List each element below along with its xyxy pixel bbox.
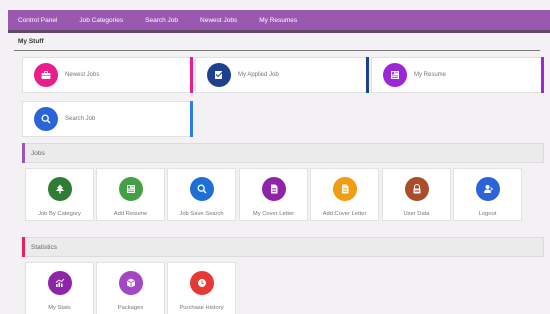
user-data-icon	[404, 177, 429, 201]
tile-logout[interactable]: Logout	[453, 168, 522, 221]
tile-my-cover-letter[interactable]: My Cover Letter	[239, 168, 308, 221]
tile-job-save-search[interactable]: Job Save Search	[167, 168, 236, 221]
applied-job-icon	[207, 63, 231, 87]
tree-icon	[47, 177, 72, 201]
section-accent-bar	[22, 237, 25, 257]
tile-label: Logout	[478, 211, 497, 217]
tile-label: My Stats	[48, 305, 71, 311]
card-accent-edge	[366, 57, 369, 93]
tile-label: Packages	[117, 305, 144, 311]
nav-search-job[interactable]: Search Job	[145, 17, 178, 24]
logout-icon	[475, 177, 500, 201]
tile-label: Job By Category	[38, 211, 81, 217]
tile-label: Add Resume	[113, 211, 148, 217]
card-search-job[interactable]: Search Job	[22, 101, 193, 137]
tile-label: Purchase History	[179, 305, 224, 311]
nav-my-resumes[interactable]: My Resumes	[259, 17, 297, 24]
card-accent-edge	[190, 57, 193, 93]
section-header-jobs: Jobs	[22, 143, 544, 163]
section-accent-bar	[22, 143, 25, 163]
nav-shadow	[8, 30, 550, 33]
tile-label: My Cover Letter	[252, 211, 295, 217]
tile-job-by-category[interactable]: Job By Category	[25, 168, 94, 221]
document-icon	[332, 177, 357, 201]
card-my-resume[interactable]: My Resume	[371, 57, 544, 93]
top-nav: Control Panel Job Categories Search Job …	[8, 10, 550, 30]
search-icon	[34, 107, 58, 131]
divider	[14, 50, 540, 51]
card-label: Search Job	[65, 116, 96, 122]
tile-packages[interactable]: Packages	[96, 262, 165, 314]
tile-label: Add Cover Letter	[322, 211, 367, 217]
card-label: My Applied Job	[238, 72, 279, 78]
history-clock-icon	[189, 271, 214, 295]
document-icon	[261, 177, 286, 201]
tile-user-data[interactable]: User Data	[382, 168, 451, 221]
tile-my-stats[interactable]: My Stats	[25, 262, 94, 314]
card-newest-jobs[interactable]: Newest Jobs	[22, 57, 193, 93]
section-header-statistics: Statistics	[22, 237, 544, 257]
nav-newest-jobs[interactable]: Newest Jobs	[200, 17, 237, 24]
search-icon	[189, 177, 214, 201]
card-my-applied-job[interactable]: My Applied Job	[195, 57, 369, 93]
my-stuff-title: My Stuff	[18, 38, 44, 45]
card-accent-edge	[541, 57, 544, 93]
card-accent-edge	[190, 101, 193, 137]
tile-label: User Data	[403, 211, 430, 217]
stats-chart-icon	[47, 271, 72, 295]
resume-icon	[383, 63, 407, 87]
card-label: My Resume	[414, 72, 447, 78]
package-icon	[118, 271, 143, 295]
tile-add-resume[interactable]: Add Resume	[96, 168, 165, 221]
section-title: Jobs	[31, 149, 45, 157]
nav-job-categories[interactable]: Job Categories	[79, 17, 123, 24]
tile-add-cover-letter[interactable]: Add Cover Letter	[310, 168, 379, 221]
section-title: Statistics	[31, 243, 58, 251]
card-label: Newest Jobs	[65, 72, 100, 78]
nav-control-panel[interactable]: Control Panel	[18, 17, 57, 24]
tile-purchase-history[interactable]: Purchase History	[167, 262, 236, 314]
tile-label: Job Save Search	[179, 211, 224, 217]
briefcase-icon	[34, 63, 58, 87]
add-resume-icon	[118, 177, 143, 201]
